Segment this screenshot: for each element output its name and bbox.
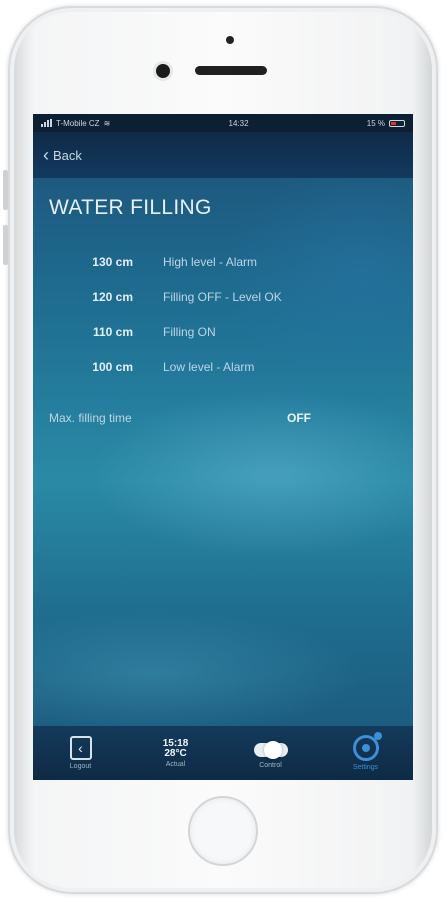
tab-label: Settings: [352, 764, 379, 771]
chevron-left-icon[interactable]: ‹: [43, 146, 49, 164]
tab-control[interactable]: Control: [226, 737, 316, 769]
level-row-120[interactable]: 120 cm Filling OFF - Level OK: [63, 279, 393, 314]
earpiece-speaker: [195, 66, 267, 75]
tab-label: Actual: [165, 760, 186, 768]
carrier-name: T-Mobile CZ: [56, 118, 100, 128]
tab-actual[interactable]: 15:18 28°C Actual: [131, 737, 221, 768]
gear-icon: [352, 732, 382, 761]
tab-label: Logout: [69, 763, 92, 770]
signal-icon: [41, 119, 52, 127]
level-row-130[interactable]: 130 cm High level - Alarm: [63, 244, 393, 279]
status-bar: T-Mobile CZ ≋ 14:32 15 %: [33, 114, 413, 132]
page-title: WATER FILLING: [49, 196, 212, 219]
level-value: 110 cm: [92, 324, 133, 339]
volume-down-button: [3, 225, 8, 265]
level-row-100[interactable]: 100 cm Low level - Alarm: [63, 349, 393, 384]
level-description: High level - Alarm: [163, 254, 258, 269]
max-filling-time-value[interactable]: OFF: [287, 411, 311, 425]
tab-label: Control: [259, 762, 282, 769]
level-description: Filling OFF - Level OK: [163, 289, 282, 304]
level-value: 100 cm: [92, 359, 133, 374]
level-value: 120 cm: [92, 289, 133, 304]
actual-time: 15:18: [162, 737, 189, 749]
battery-icon: [389, 119, 405, 127]
home-button[interactable]: [188, 796, 258, 866]
wifi-icon: ≋: [103, 118, 111, 128]
max-filling-time-label: Max. filling time: [49, 411, 132, 425]
navigation-bar: ‹ Back: [33, 132, 413, 178]
proximity-sensor: [226, 36, 234, 44]
tab-settings[interactable]: Settings: [321, 732, 411, 771]
status-time: 14:32: [228, 118, 249, 128]
chevron-left-icon: ‹: [69, 736, 92, 760]
tab-logout[interactable]: ‹ Logout: [36, 736, 126, 770]
level-description: Filling ON: [163, 324, 216, 339]
volume-up-button: [3, 170, 8, 210]
battery-percent: 15 %: [366, 118, 385, 128]
actual-temperature: 28°C: [164, 747, 187, 759]
level-row-110[interactable]: 110 cm Filling ON: [63, 314, 393, 349]
level-list: 130 cm High level - Alarm 120 cm Filling…: [63, 244, 393, 384]
tab-bar: ‹ Logout 15:18 28°C Actual Control Setti…: [33, 726, 413, 780]
front-camera: [156, 64, 170, 78]
max-filling-time-row[interactable]: Max. filling time OFF: [49, 411, 349, 425]
level-value: 130 cm: [92, 254, 133, 269]
app-screen: T-Mobile CZ ≋ 14:32 15 % ‹ Back WATER FI…: [33, 114, 413, 780]
level-description: Low level - Alarm: [163, 359, 255, 374]
toggle-icon: [253, 741, 288, 759]
back-button[interactable]: Back: [53, 148, 82, 163]
